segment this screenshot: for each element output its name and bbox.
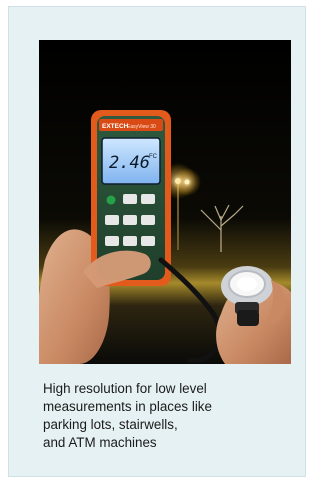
meter-button-f xyxy=(105,236,119,246)
meter-unit: FC xyxy=(149,154,158,160)
meter-model: EasyView 30 xyxy=(127,124,156,130)
meter-brand: EXTECH xyxy=(102,123,129,130)
product-photo: EXTECH EasyView 30 2.46 FC xyxy=(39,40,291,364)
figure-caption: High resolution for low level measuremen… xyxy=(43,380,303,452)
meter-button-e xyxy=(141,215,155,225)
caption-line: parking lots, stairwells, xyxy=(43,417,178,432)
meter-button-c xyxy=(105,215,119,225)
meter-button-h xyxy=(141,236,155,246)
caption-line: measurements in places like xyxy=(43,399,212,414)
meter-button-b xyxy=(141,194,155,204)
photo-illustration: EXTECH EasyView 30 2.46 FC xyxy=(39,40,291,364)
meter-button-g xyxy=(123,236,137,246)
caption-line: High resolution for low level xyxy=(43,381,207,396)
meter-reading: 2.46 xyxy=(109,153,150,173)
figure-card: EXTECH EasyView 30 2.46 FC High resoluti… xyxy=(8,6,306,477)
meter-button-d xyxy=(123,215,137,225)
meter-buttons xyxy=(105,194,155,246)
meter-button-a xyxy=(123,194,137,204)
caption-line: and ATM machines xyxy=(43,435,157,450)
power-button-icon xyxy=(106,195,116,205)
